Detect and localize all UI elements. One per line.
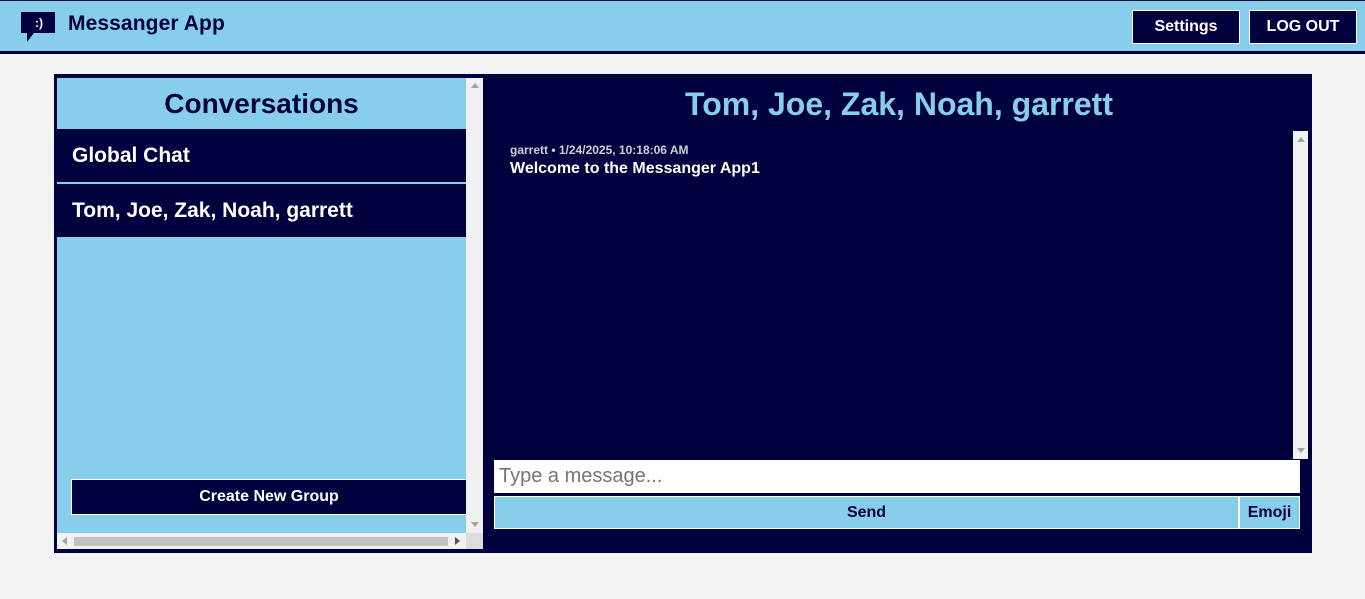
scroll-up-arrow-icon[interactable] [1297, 137, 1305, 142]
message-item: garrett • 1/24/2025, 10:18:06 AM Welcome… [510, 143, 760, 178]
message-input[interactable] [494, 460, 1300, 493]
scroll-left-arrow-icon[interactable] [62, 537, 67, 545]
message-meta: garrett • 1/24/2025, 10:18:06 AM [510, 143, 689, 157]
conversation-item-global-chat[interactable]: Global Chat [57, 129, 466, 182]
create-group-button[interactable]: Create New Group [71, 479, 466, 515]
message-text: Welcome to the Messanger App1 [510, 160, 760, 177]
scroll-right-arrow-icon[interactable] [455, 537, 460, 545]
settings-button[interactable]: Settings [1132, 10, 1240, 44]
sidebar-horizontal-scrollbar[interactable] [57, 533, 466, 549]
horizontal-scroll-thumb[interactable] [74, 537, 448, 546]
chat-title: Tom, Joe, Zak, Noah, garrett [685, 85, 1113, 122]
message-list[interactable]: garrett • 1/24/2025, 10:18:06 AM Welcome… [494, 131, 1309, 459]
conversations-heading: Conversations [164, 87, 359, 119]
scrollbar-corner [466, 533, 483, 549]
conversations-sidebar: Conversations Global Chat Tom, Joe, Zak,… [57, 78, 483, 549]
scroll-down-arrow-icon[interactable] [471, 522, 479, 527]
svg-text::): :) [35, 16, 43, 30]
chat-bubble-smile-icon: :) [21, 12, 55, 42]
scroll-up-arrow-icon[interactable] [471, 83, 479, 88]
top-navbar: :) Messanger App Settings LOG OUT [0, 0, 1365, 54]
emoji-button[interactable]: Emoji [1239, 496, 1300, 529]
main-panel: Conversations Global Chat Tom, Joe, Zak,… [54, 74, 1312, 553]
messages-vertical-scrollbar[interactable] [1293, 131, 1308, 459]
send-button[interactable]: Send [494, 496, 1239, 529]
app-title: Messanger App [68, 12, 225, 35]
sidebar-vertical-scrollbar[interactable] [466, 78, 483, 533]
conversation-item-group[interactable]: Tom, Joe, Zak, Noah, garrett [57, 183, 466, 237]
logout-button[interactable]: LOG OUT [1249, 10, 1357, 44]
scroll-down-arrow-icon[interactable] [1297, 448, 1305, 453]
